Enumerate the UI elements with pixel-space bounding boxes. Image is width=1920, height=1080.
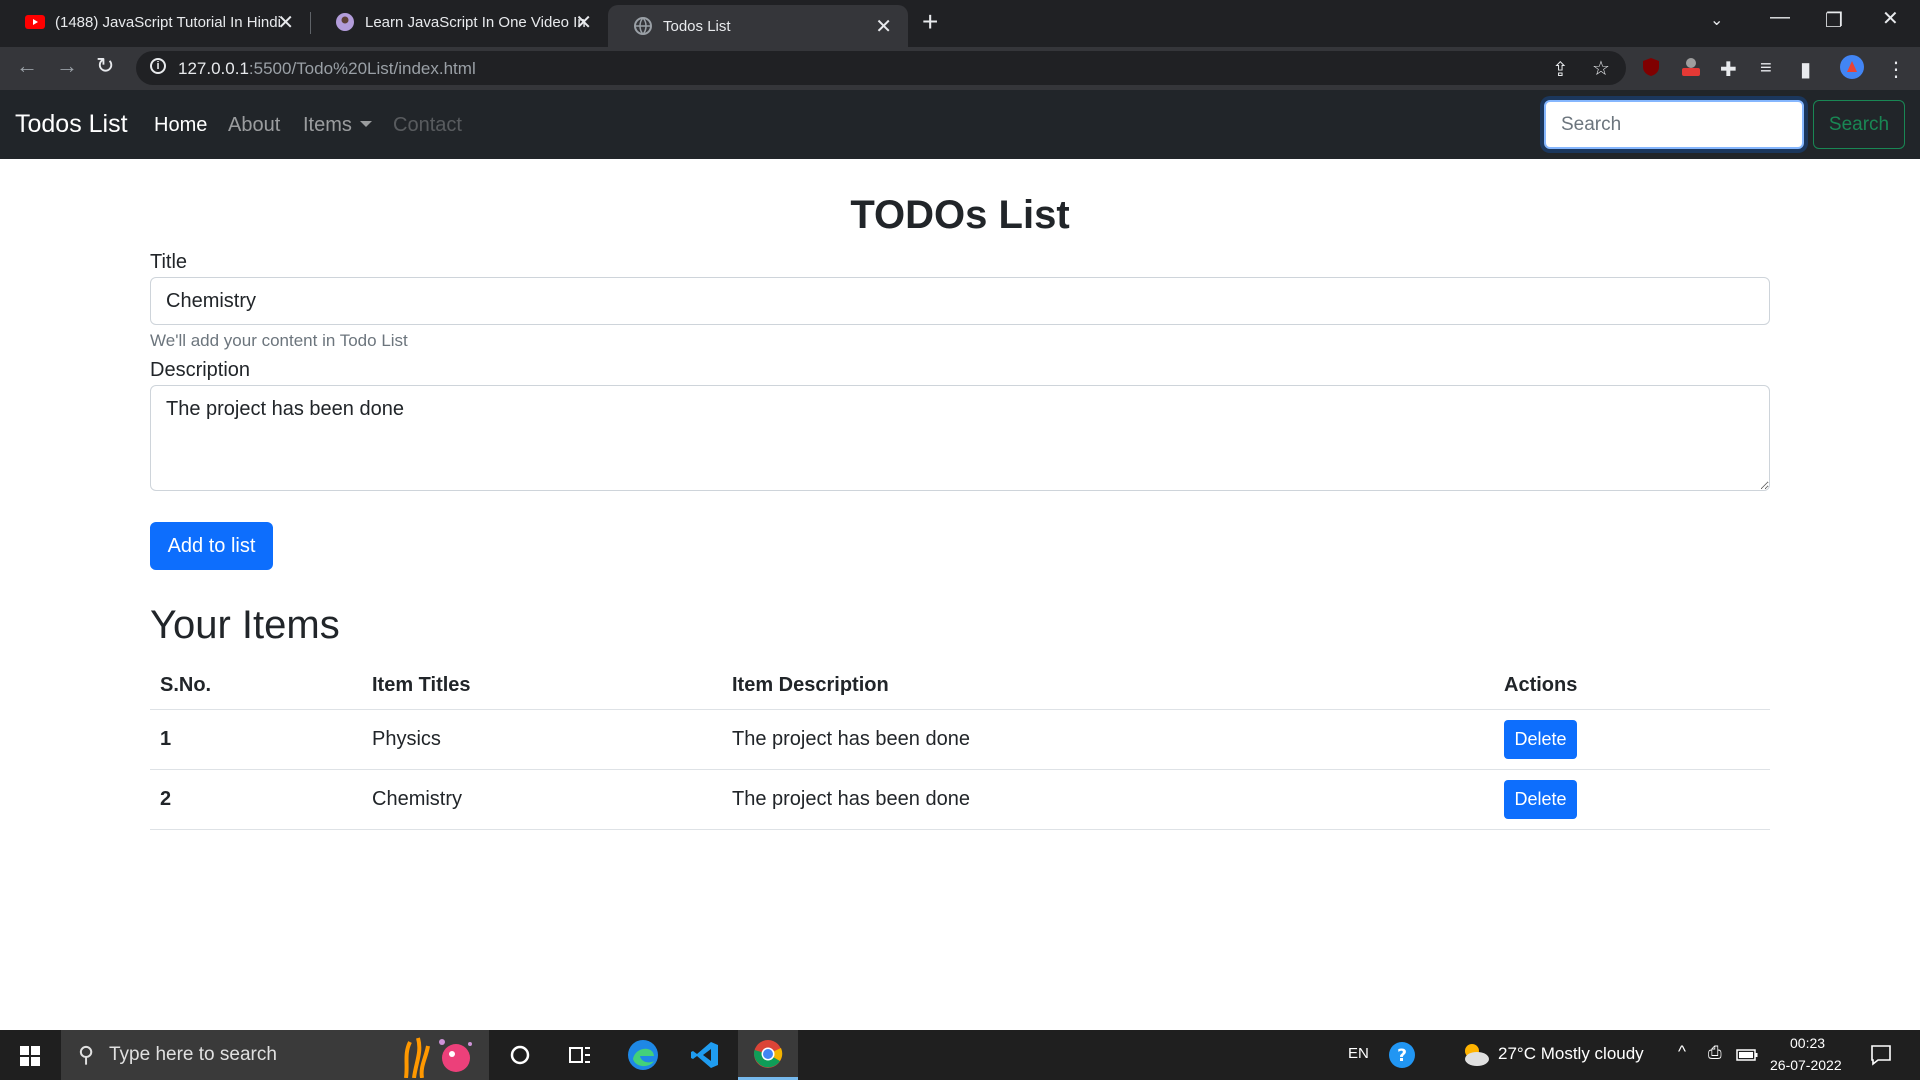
close-tab-icon[interactable]: ✕ xyxy=(875,14,892,39)
svg-text:?: ? xyxy=(1397,1046,1407,1066)
bookmark-star-icon[interactable]: ☆ xyxy=(1592,56,1610,81)
column-header-description: Item Description xyxy=(722,662,1494,710)
minimize-icon[interactable]: — xyxy=(1770,6,1790,29)
help-icon[interactable]: ? xyxy=(1388,1041,1416,1074)
globe-icon xyxy=(633,17,653,35)
row-sno: 2 xyxy=(150,769,362,830)
youtube-icon xyxy=(25,14,45,30)
browser-tab-youtube[interactable]: (1488) JavaScript Tutorial In Hindi ✕ xyxy=(0,0,310,44)
forward-icon[interactable]: → xyxy=(56,53,78,79)
tab-title: Learn JavaScript In One Video In xyxy=(365,13,586,31)
browser-tab-strip: (1488) JavaScript Tutorial In Hindi ✕ Le… xyxy=(0,0,1920,47)
site-navbar: Todos List Home About Items Contact Sear… xyxy=(0,90,1920,159)
search-icon: ⚲ xyxy=(78,1042,95,1067)
add-to-list-button[interactable]: Add to list xyxy=(150,522,273,570)
row-description: The project has been done xyxy=(722,709,1494,770)
column-header-actions: Actions xyxy=(1494,662,1770,710)
cortana-icon[interactable] xyxy=(490,1030,550,1080)
reload-icon[interactable]: ↻ xyxy=(96,53,114,79)
chrome-taskbar-icon[interactable] xyxy=(738,1030,798,1080)
description-textarea[interactable]: The project has been done xyxy=(150,385,1770,491)
row-sno: 1 xyxy=(150,709,362,770)
taskbar-search-placeholder: Type here to search xyxy=(109,1044,277,1065)
share-icon[interactable]: ⇪ xyxy=(1552,57,1569,82)
nav-contact: Contact xyxy=(393,114,462,136)
items-heading: Your Items xyxy=(150,603,340,647)
task-view-icon[interactable] xyxy=(550,1030,610,1080)
table-row: 2 Chemistry The project has been done De… xyxy=(150,769,1770,830)
close-tab-icon[interactable]: ✕ xyxy=(277,10,294,35)
battery-icon[interactable] xyxy=(1736,1048,1758,1066)
profile-avatar[interactable] xyxy=(1840,55,1864,85)
search-button[interactable]: Search xyxy=(1813,100,1905,149)
row-actions: Delete xyxy=(1494,769,1770,830)
tab-title: Todos List xyxy=(663,17,731,35)
search-highlight-icon xyxy=(396,1034,482,1080)
chevron-up-icon[interactable]: ^ xyxy=(1678,1042,1686,1062)
ublock-icon[interactable] xyxy=(1641,57,1661,83)
page-title: TODOs List xyxy=(850,193,1070,237)
url-text: 127.0.0.1:5500/Todo%20List/index.html xyxy=(178,59,476,78)
taskbar-search-box[interactable]: ⚲ Type here to search xyxy=(61,1030,489,1080)
chrome-menu-icon[interactable]: ⋮ xyxy=(1886,57,1906,82)
window-close-icon[interactable]: ✕ xyxy=(1882,6,1899,31)
language-indicator[interactable]: EN xyxy=(1348,1045,1369,1062)
items-table: S.No. Item Titles Item Description Actio… xyxy=(150,662,1770,830)
side-panel-icon[interactable]: ▮ xyxy=(1800,57,1811,82)
browser-tab-learn-js[interactable]: Learn JavaScript In One Video In ✕ xyxy=(310,0,608,44)
vscode-icon[interactable] xyxy=(675,1030,735,1080)
weather-text[interactable]: 27°C Mostly cloudy xyxy=(1498,1044,1644,1064)
windows-start-icon[interactable] xyxy=(20,1046,40,1066)
table-header-row: S.No. Item Titles Item Description Actio… xyxy=(150,662,1770,710)
delete-button[interactable]: Delete xyxy=(1504,779,1577,819)
search-input[interactable] xyxy=(1544,100,1804,149)
address-bar[interactable]: i 127.0.0.1:5500/Todo%20List/index.html … xyxy=(136,51,1626,85)
row-title: Chemistry xyxy=(362,769,722,830)
edge-icon[interactable] xyxy=(613,1030,673,1080)
row-title: Physics xyxy=(362,709,722,770)
description-label: Description xyxy=(150,359,251,381)
nav-home[interactable]: Home xyxy=(154,114,207,137)
browser-tab-todos[interactable]: Todos List ✕ xyxy=(608,5,908,47)
navbar-brand[interactable]: Todos List xyxy=(15,110,128,139)
delete-button[interactable]: Delete xyxy=(1504,719,1577,759)
nav-items-dropdown[interactable]: Items xyxy=(303,114,372,137)
clock-time[interactable]: 00:23 xyxy=(1790,1035,1825,1051)
network-icon[interactable]: ⎙ xyxy=(1708,1043,1722,1063)
notification-icon[interactable] xyxy=(1870,1044,1892,1071)
weather-cloud-icon[interactable] xyxy=(1460,1041,1490,1072)
caret-down-icon xyxy=(359,121,372,127)
column-header-sno: S.No. xyxy=(150,662,362,710)
nav-about[interactable]: About xyxy=(228,114,280,137)
tab-title: (1488) JavaScript Tutorial In Hindi xyxy=(55,13,280,31)
avatar-icon xyxy=(335,13,355,31)
row-description: The project has been done xyxy=(722,769,1494,830)
new-tab-icon[interactable]: + xyxy=(922,6,938,38)
table-row: 1 Physics The project has been done Dele… xyxy=(150,709,1770,770)
title-label: Title xyxy=(150,251,188,273)
site-info-icon[interactable]: i xyxy=(150,58,166,74)
column-header-title: Item Titles xyxy=(362,662,722,710)
media-control-icon[interactable]: ≡ xyxy=(1760,57,1772,80)
clock-date[interactable]: 26-07-2022 xyxy=(1770,1057,1842,1073)
close-tab-icon[interactable]: ✕ xyxy=(575,10,592,35)
row-actions: Delete xyxy=(1494,709,1770,770)
back-icon[interactable]: ← xyxy=(16,53,38,79)
windows-taskbar: ⚲ Type here to search EN ? 27°C Mostly c… xyxy=(0,1030,1920,1080)
browser-toolbar: ← → ↻ i 127.0.0.1:5500/Todo%20List/index… xyxy=(0,47,1920,90)
title-input[interactable] xyxy=(150,277,1770,325)
tab-search-icon[interactable]: ⌄ xyxy=(1710,10,1723,30)
extensions-puzzle-icon[interactable]: ✚ xyxy=(1720,57,1737,82)
title-help-text: We'll add your content in Todo List xyxy=(150,331,408,350)
restore-icon[interactable]: ❐ xyxy=(1825,8,1843,33)
extension-off-icon[interactable] xyxy=(1680,57,1702,83)
